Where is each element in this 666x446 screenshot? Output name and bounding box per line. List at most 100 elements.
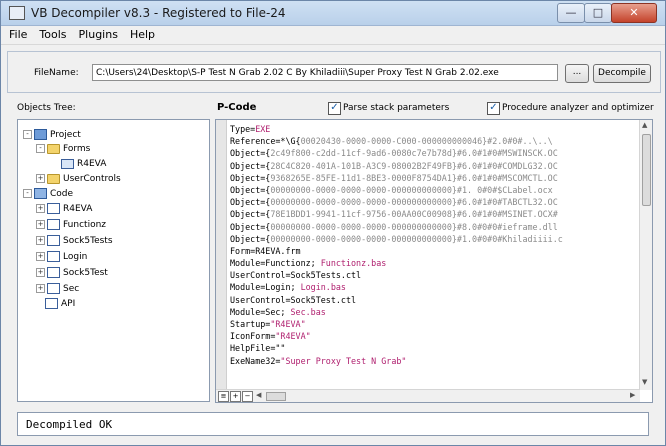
- code-token: IconForm=: [230, 331, 276, 342]
- menu-tools[interactable]: Tools: [33, 26, 72, 41]
- code-token: Object={: [230, 209, 271, 220]
- objects-tree[interactable]: - Project - Forms R4EVA + UserControls - Cod…: [17, 119, 210, 402]
- code-token: 9368265E-85FE-11d1-8BE3-0000F8754DA1}#6.…: [270, 172, 558, 183]
- code-token: Object={: [230, 148, 271, 159]
- close-icon: ✕: [629, 6, 639, 19]
- status-bar: Decompiled OK: [17, 412, 649, 436]
- module-icon: [45, 298, 58, 309]
- code-line: Object={2c49f800-c2dd-11cf-9ad6-0080c7e7…: [230, 147, 638, 159]
- close-button[interactable]: ✕: [611, 3, 657, 23]
- maximize-button[interactable]: □: [584, 3, 612, 23]
- collapse-icon[interactable]: -: [23, 189, 32, 198]
- code-token: Object={: [230, 233, 271, 244]
- module-icon: [47, 251, 60, 262]
- expand-icon[interactable]: +: [36, 204, 45, 213]
- tree-node-label: R4EVA: [63, 204, 93, 214]
- code-token: EXE: [255, 124, 271, 134]
- code-line: Object={28C4C820-401A-101B-A3C9-08002B2F…: [230, 160, 638, 172]
- expand-icon[interactable]: +: [36, 268, 45, 277]
- tree-node-label: Project: [50, 130, 81, 140]
- tree-node-functionz[interactable]: + Functionz: [36, 218, 106, 232]
- tree-node-code[interactable]: - Code: [23, 187, 73, 201]
- collapse-icon[interactable]: -: [36, 144, 45, 153]
- analyzer-checkbox[interactable]: ✓: [487, 102, 500, 115]
- filename-input[interactable]: C:\Users\24\Desktop\S-P Test N Grab 2.02…: [92, 64, 558, 81]
- horizontal-scrollbar[interactable]: ≡ + − ◀ ▶: [216, 389, 640, 402]
- code-token: Type=: [230, 124, 256, 134]
- pcode-editor[interactable]: Type=EXE Reference=*\G{00020430-0000-0000…: [215, 119, 653, 403]
- decompile-button[interactable]: Decompile: [593, 64, 651, 83]
- code-token: Startup=: [230, 319, 271, 329]
- tree-node-sock5test[interactable]: + Sock5Test: [36, 266, 108, 280]
- code-line: Object={9368265E-85FE-11d1-8BE3-0000F875…: [230, 172, 638, 184]
- minimize-button[interactable]: —: [557, 3, 585, 23]
- scroll-right-icon[interactable]: ▶: [630, 391, 635, 399]
- menu-plugins[interactable]: Plugins: [73, 26, 124, 41]
- analyzer-label: Procedure analyzer and optimizer: [502, 103, 654, 113]
- tree-node-label: Sock5Tests: [63, 236, 113, 246]
- code-token: Module=Sec;: [230, 306, 291, 317]
- title-bar[interactable]: VB Decompiler v8.3 - Registered to File-…: [1, 1, 665, 26]
- scroll-up-icon[interactable]: ▲: [642, 121, 647, 129]
- expand-icon[interactable]: +: [36, 284, 45, 293]
- vertical-scrollbar[interactable]: ▲ ▼: [639, 120, 652, 390]
- file-group: FileName: C:\Users\24\Desktop\S-P Test N…: [7, 51, 661, 93]
- tree-node-label: Login: [63, 252, 88, 262]
- tree-node-project[interactable]: - Project: [23, 128, 81, 142]
- tree-node-label: Functionz: [63, 220, 107, 230]
- horizontal-scroll-thumb[interactable]: [266, 392, 286, 401]
- tree-node-label: API: [61, 299, 76, 309]
- tree-node-label: Sock5Test: [63, 268, 108, 278]
- code-token: Functionz.bas: [320, 258, 387, 269]
- menu-file[interactable]: File: [1, 26, 33, 41]
- code-icon: [34, 188, 47, 199]
- parse-stack-checkbox[interactable]: ✓: [328, 102, 341, 115]
- code-line: Object={00000000-0000-0000-0000-00000000…: [230, 184, 638, 196]
- expand-icon[interactable]: +: [36, 220, 45, 229]
- scroll-left-icon[interactable]: ◀: [256, 391, 261, 399]
- tree-node-module-r4eva[interactable]: + R4EVA: [36, 202, 92, 216]
- tree-node-form-r4eva[interactable]: R4EVA: [61, 157, 106, 171]
- folder-icon: [47, 173, 60, 184]
- tree-node-sock5tests[interactable]: + Sock5Tests: [36, 234, 113, 248]
- tree-node-usercontrols[interactable]: + UserControls: [36, 172, 121, 186]
- tree-node-sec[interactable]: + Sec: [36, 282, 79, 296]
- code-line: Object={00000000-0000-0000-0000-00000000…: [230, 196, 638, 208]
- tree-node-api[interactable]: API: [45, 297, 75, 311]
- filename-label: FileName:: [34, 68, 79, 78]
- app-icon: [9, 6, 25, 20]
- scroll-down-icon[interactable]: ▼: [642, 378, 647, 386]
- code-line: HelpFile="": [230, 342, 638, 354]
- tree-node-label: Sec: [63, 284, 80, 294]
- code-line: Object={00000000-0000-0000-0000-00000000…: [230, 233, 638, 245]
- code-token: Object={: [230, 197, 271, 208]
- code-token: Reference=*\G{: [230, 136, 301, 147]
- zoom-in-icon[interactable]: +: [230, 391, 241, 402]
- view-mode-icon[interactable]: ≡: [218, 391, 229, 402]
- code-token: "Super Proxy Test N Grab": [280, 355, 407, 366]
- expand-icon[interactable]: +: [36, 174, 45, 183]
- expand-icon[interactable]: +: [36, 252, 45, 261]
- code-line: Startup="R4EVA": [230, 318, 638, 330]
- code-line: Object={78E1BDD1-9941-11cf-9756-00AA00C0…: [230, 208, 638, 220]
- module-icon: [47, 283, 60, 294]
- code-token: Module=Functionz;: [230, 258, 321, 269]
- minimize-icon: —: [565, 6, 577, 19]
- tree-node-label: Forms: [63, 144, 91, 154]
- vertical-scroll-thumb[interactable]: [642, 134, 651, 206]
- zoom-out-icon[interactable]: −: [242, 391, 253, 402]
- code-line: Form=R4EVA.frm: [230, 245, 638, 257]
- expand-icon[interactable]: +: [36, 236, 45, 245]
- tree-node-forms[interactable]: - Forms: [36, 142, 90, 156]
- menu-help[interactable]: Help: [124, 26, 161, 41]
- code-line: IconForm="R4EVA": [230, 330, 638, 342]
- tree-node-login[interactable]: + Login: [36, 250, 87, 264]
- code-token: 00000000-0000-0000-0000-000000000000}#1.…: [270, 184, 553, 195]
- code-token: 00000000-0000-0000-0000-000000000000}#6.…: [270, 197, 558, 208]
- tree-node-label: Code: [50, 189, 74, 199]
- browse-button[interactable]: ...: [565, 64, 589, 83]
- collapse-icon[interactable]: -: [23, 130, 32, 139]
- code-token: 00020430-0000-0000-C000-000000000046}#2.…: [300, 136, 553, 147]
- code-token: 28C4C820-401A-101B-A3C9-08002B2F49FB}#6.…: [270, 160, 558, 171]
- code-gutter: [216, 120, 227, 390]
